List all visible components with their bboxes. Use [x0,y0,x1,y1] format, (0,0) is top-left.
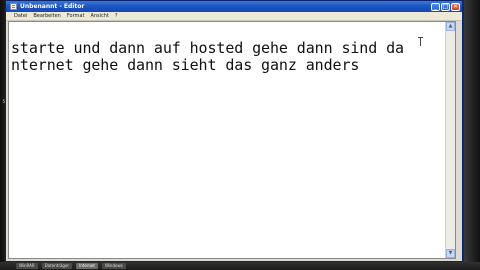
taskbar-item-winrar[interactable]: WinRAR [16,263,38,269]
editor-line-2: nternet gehe dann sieht das ganz anders [11,56,360,74]
menu-format[interactable]: Format [67,13,85,19]
menu-bearbeiten[interactable]: Bearbeiten [33,13,60,19]
screen: 50 Unbenannt - Editor _ □ × Datei Bearbe… [0,0,480,270]
text-cursor-icon [418,37,423,46]
scroll-up-arrow-icon[interactable]: ▲ [446,22,455,31]
menu-help[interactable]: ? [115,13,118,19]
desktop-right-edge [464,0,480,270]
notepad-icon [10,3,17,10]
taskbar-item-internet[interactable]: Internet [76,263,98,269]
scroll-down-arrow-icon[interactable]: ▼ [446,249,455,258]
maximize-button[interactable]: □ [441,2,450,11]
text-editor-area[interactable]: starte und dann auf hosted gehe dann sin… [8,21,456,259]
notepad-window: Unbenannt - Editor _ □ × Datei Bearbeite… [5,0,463,262]
taskbar-item-windows[interactable]: Windows [101,263,126,269]
close-button[interactable]: × [451,2,460,11]
taskbar: WinRAR Datenträger Internet Windows [0,262,480,270]
window-title: Unbenannt - Editor [20,3,85,10]
menu-datei[interactable]: Datei [14,13,27,19]
menu-bar: Datei Bearbeiten Format Ansicht ? [6,12,462,21]
menu-ansicht[interactable]: Ansicht [90,13,108,19]
minimize-button[interactable]: _ [431,2,440,11]
title-bar[interactable]: Unbenannt - Editor _ □ × [6,1,462,12]
taskbar-item-datentraeger[interactable]: Datenträger [41,263,73,269]
vertical-scrollbar[interactable]: ▲ ▼ [445,22,455,258]
editor-line-1: starte und dann auf hosted gehe dann sin… [11,39,404,57]
